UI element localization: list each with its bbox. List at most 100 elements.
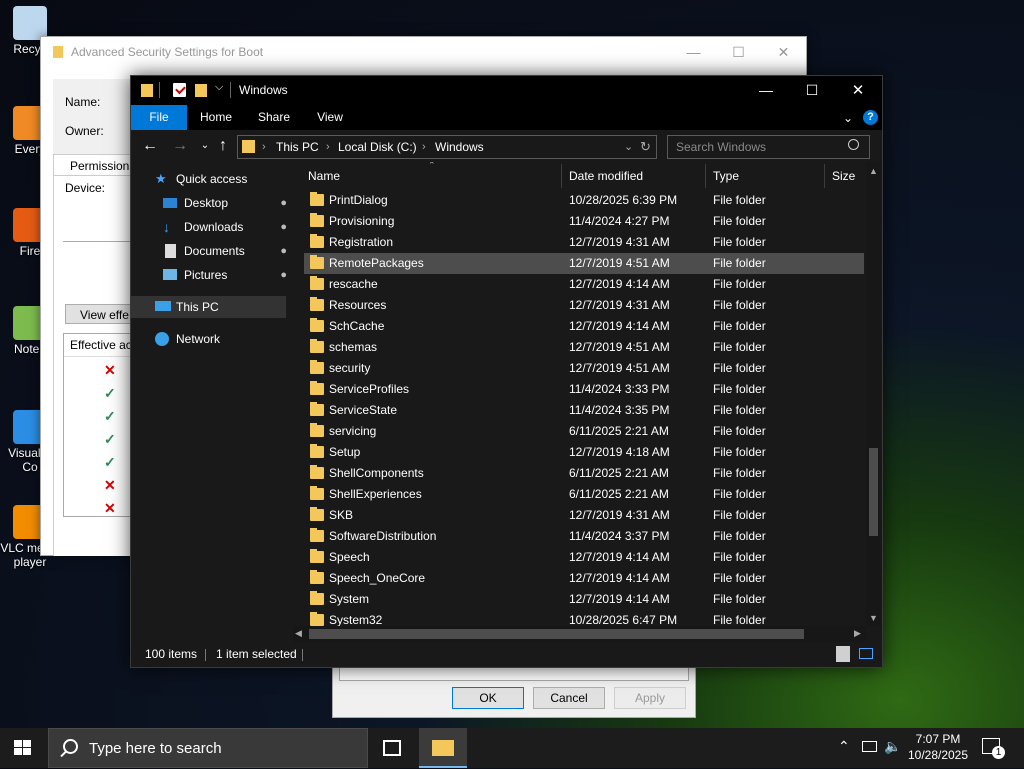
nav-pictures[interactable]: Pictures ●: [163, 264, 287, 286]
chevron-right-icon[interactable]: ›: [422, 136, 426, 158]
file-name: schemas: [329, 340, 378, 354]
nav-desktop[interactable]: Desktop ●: [163, 192, 287, 214]
taskbar-explorer-button[interactable]: [419, 728, 467, 768]
search-box[interactable]: Search Windows: [667, 135, 870, 159]
network-status-icon[interactable]: [862, 741, 877, 752]
nav-documents[interactable]: Documents ●: [163, 240, 287, 262]
pin-icon[interactable]: ●: [280, 192, 287, 214]
nav-quick-access[interactable]: ★ Quick access: [155, 168, 295, 190]
divider: [159, 82, 160, 98]
column-divider[interactable]: [561, 164, 562, 188]
vertical-scrollbar[interactable]: ▲ ▼: [866, 162, 881, 626]
tab-share[interactable]: Share: [249, 105, 299, 130]
table-row[interactable]: SoftwareDistribution 11/4/2024 3:37 PM Fil…: [304, 526, 864, 547]
nav-network[interactable]: Network: [155, 328, 295, 350]
table-row[interactable]: RemotePackages 12/7/2019 4:51 AM File fold…: [304, 253, 864, 274]
minimize-button[interactable]: —: [743, 76, 789, 105]
column-header-date[interactable]: Date modified: [569, 162, 643, 190]
table-row[interactable]: ShellComponents 6/11/2025 2:21 AM File fol…: [304, 463, 864, 484]
table-row[interactable]: System32 10/28/2025 6:47 PM File folder: [304, 610, 864, 626]
table-row[interactable]: servicing 6/11/2025 2:21 AM File folder: [304, 421, 864, 442]
chevron-right-icon[interactable]: ›: [326, 136, 330, 158]
breadcrumb-windows[interactable]: Windows: [435, 136, 484, 158]
new-folder-icon[interactable]: [195, 84, 207, 97]
tab-permissions[interactable]: Permissions: [53, 154, 135, 176]
nav-downloads[interactable]: ↓ Downloads ●: [163, 216, 287, 238]
search-input[interactable]: Search Windows: [676, 136, 766, 158]
chevron-down-icon[interactable]: ⌄: [624, 136, 633, 158]
scroll-right-icon[interactable]: ▶: [854, 628, 861, 639]
scrollbar-thumb[interactable]: [309, 629, 804, 639]
back-button[interactable]: ←: [140, 138, 160, 154]
recent-locations-icon[interactable]: ⌄: [195, 138, 215, 154]
properties-icon[interactable]: [173, 83, 186, 97]
breadcrumb-local-disk[interactable]: Local Disk (C:): [338, 136, 417, 158]
table-row[interactable]: SKB 12/7/2019 4:31 AM File folder: [304, 505, 864, 526]
maximize-button[interactable]: ☐: [789, 76, 835, 105]
large-icons-view-icon[interactable]: [859, 648, 873, 659]
details-view-icon[interactable]: [836, 646, 850, 662]
tab-file[interactable]: File: [131, 105, 187, 130]
allow-icon: ✓: [104, 408, 116, 424]
scrollbar-thumb[interactable]: [869, 448, 878, 536]
column-header-size[interactable]: Size: [832, 162, 855, 190]
table-row[interactable]: schemas 12/7/2019 4:51 AM File folder: [304, 337, 864, 358]
action-center-icon[interactable]: 1: [982, 738, 1005, 759]
table-row[interactable]: PrintDialog 10/28/2025 6:39 PM File folder: [304, 190, 864, 211]
ok-button[interactable]: OK: [452, 687, 524, 709]
table-row[interactable]: ServiceState 11/4/2024 3:35 PM File folder: [304, 400, 864, 421]
view-effective-access-button[interactable]: View effe: [65, 304, 131, 324]
file-date: 12/7/2019 4:51 AM: [569, 256, 670, 270]
table-row[interactable]: System 12/7/2019 4:14 AM File folder: [304, 589, 864, 610]
maximize-button[interactable]: ☐: [716, 37, 761, 67]
taskbar-search-box[interactable]: Type here to search: [48, 728, 368, 768]
volume-muted-icon[interactable]: 🔈: [884, 738, 901, 755]
taskbar-search-input[interactable]: Type here to search: [89, 729, 222, 769]
forward-button[interactable]: →: [170, 138, 190, 154]
table-row[interactable]: Setup 12/7/2019 4:18 AM File folder: [304, 442, 864, 463]
customize-quick-access-icon[interactable]: ⌵: [215, 81, 223, 94]
column-header-name[interactable]: Name: [308, 162, 340, 190]
table-row[interactable]: Provisioning 11/4/2024 4:27 PM File folder: [304, 211, 864, 232]
show-hidden-icons-icon[interactable]: ⌃: [838, 738, 850, 755]
table-row[interactable]: ShellExperiences 6/11/2025 2:21 AM File fo…: [304, 484, 864, 505]
help-icon[interactable]: ?: [863, 110, 878, 125]
close-button[interactable]: ✕: [761, 37, 806, 67]
horizontal-scrollbar[interactable]: ◀ ▶: [293, 626, 866, 642]
minimize-button[interactable]: —: [671, 37, 716, 67]
table-row[interactable]: SchCache 12/7/2019 4:14 AM File folder: [304, 316, 864, 337]
address-bar[interactable]: › This PC › Local Disk (C:) › Windows ⌄ …: [237, 135, 657, 159]
column-divider[interactable]: [824, 164, 825, 188]
apply-button[interactable]: Apply: [614, 687, 686, 709]
table-row[interactable]: security 12/7/2019 4:51 AM File folder: [304, 358, 864, 379]
column-header-type[interactable]: Type: [713, 162, 739, 190]
close-button[interactable]: ✕: [835, 76, 881, 105]
pin-icon[interactable]: ●: [280, 264, 287, 286]
table-row[interactable]: ServiceProfiles 11/4/2024 3:33 PM File fol…: [304, 379, 864, 400]
table-row[interactable]: Registration 12/7/2019 4:31 AM File folder: [304, 232, 864, 253]
up-button[interactable]: ↑: [213, 138, 233, 154]
cancel-button[interactable]: Cancel: [533, 687, 605, 709]
scroll-left-icon[interactable]: ◀: [295, 628, 302, 639]
pin-icon[interactable]: ●: [280, 216, 287, 238]
table-row[interactable]: Resources 12/7/2019 4:31 AM File folder: [304, 295, 864, 316]
nav-this-pc[interactable]: This PC: [131, 296, 286, 318]
tab-home[interactable]: Home: [191, 105, 241, 130]
table-row[interactable]: Speech 12/7/2019 4:14 AM File folder: [304, 547, 864, 568]
clock[interactable]: 7:07 PM 10/28/2025: [902, 728, 974, 768]
expand-ribbon-icon[interactable]: ⌄: [843, 111, 853, 125]
chevron-right-icon[interactable]: ›: [262, 136, 266, 158]
column-divider[interactable]: [705, 164, 706, 188]
clock-date: 10/28/2025: [907, 748, 969, 762]
scroll-down-icon[interactable]: ▼: [869, 613, 878, 623]
start-icon[interactable]: [14, 740, 32, 756]
search-icon[interactable]: [848, 139, 859, 150]
refresh-icon[interactable]: ↻: [640, 136, 651, 158]
scroll-up-icon[interactable]: ▲: [869, 166, 878, 176]
pin-icon[interactable]: ●: [280, 240, 287, 262]
breadcrumb-this-pc[interactable]: This PC: [276, 136, 319, 158]
table-row[interactable]: rescache 12/7/2019 4:14 AM File folder: [304, 274, 864, 295]
task-view-icon[interactable]: [383, 740, 401, 756]
tab-view[interactable]: View: [305, 105, 355, 130]
table-row[interactable]: Speech_OneCore 12/7/2019 4:14 AM File fold…: [304, 568, 864, 589]
